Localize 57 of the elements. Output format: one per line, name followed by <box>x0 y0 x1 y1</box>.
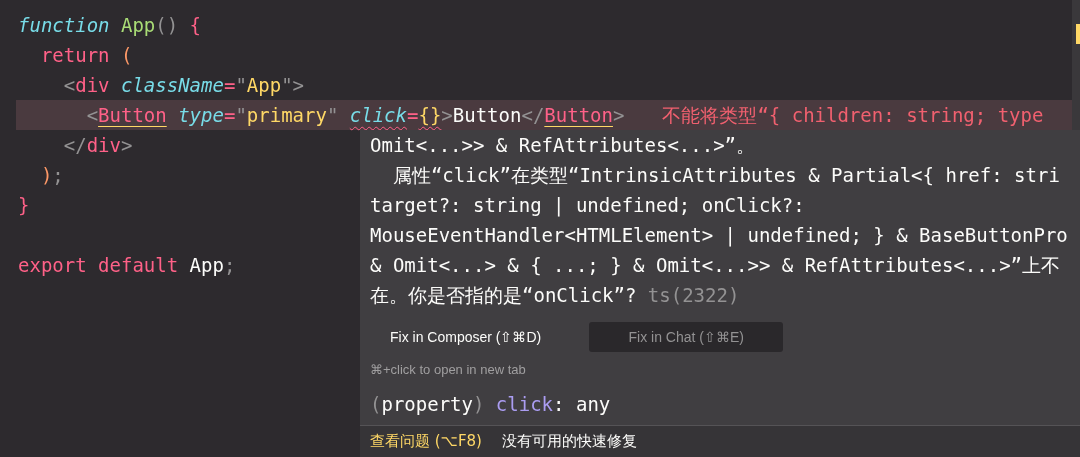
warning-marker <box>1076 24 1080 44</box>
code-token: "> <box>281 73 305 98</box>
code-token: className <box>120 73 224 98</box>
code-token: App <box>189 253 224 278</box>
code-token: = <box>407 103 419 128</box>
code-token: </ <box>521 103 545 128</box>
error-message-line: 在。你是否指的是“onClick”? ts(2322) <box>370 283 741 308</box>
code-token: > <box>120 133 133 158</box>
code-token: div <box>75 73 110 98</box>
code-token: ( <box>370 393 382 415</box>
code-token: < <box>63 73 76 98</box>
code-token: ( <box>120 43 133 68</box>
code-token: {} <box>418 103 442 128</box>
code-token: </ <box>63 133 87 158</box>
code-token: Button <box>544 103 613 128</box>
fix-button[interactable]: Fix in Chat (⇧⌘E) <box>589 322 784 352</box>
fix-button[interactable]: Fix in Composer (⇧⌘D) <box>370 322 562 352</box>
no-quick-fix-text: 没有可用的快速修复 <box>501 432 637 451</box>
view-problem-link[interactable]: 查看问题 (⌥F8) <box>370 432 482 451</box>
code-token: return <box>40 43 110 68</box>
code-token: = <box>223 103 236 128</box>
code-token: ) <box>472 393 485 415</box>
code-token: > <box>612 103 625 128</box>
code-token: } <box>18 193 30 218</box>
code-token: ; <box>223 253 236 278</box>
hint-text: ⌘+click to open in new tab <box>370 362 526 377</box>
code-token: default <box>98 253 179 278</box>
code-token: App <box>120 13 156 38</box>
inline-error-message: 不能将类型“{ children: string; type <box>662 103 1044 128</box>
code-token: function <box>18 13 110 38</box>
code-token: property <box>381 393 473 415</box>
code-token: " <box>235 103 247 128</box>
error-message-line: Omit<...>> & RefAttributes<...>”。 <box>370 133 757 158</box>
code-token: " <box>326 103 339 128</box>
code-token: : any <box>553 393 611 415</box>
code-token: { <box>189 13 202 38</box>
code-token: () <box>155 13 179 38</box>
code-token: export <box>18 253 87 278</box>
code-token: div <box>86 133 121 158</box>
code-token: click <box>349 103 407 128</box>
code-token: > <box>441 103 453 128</box>
code-token: Button <box>452 103 522 128</box>
code-token: type <box>178 103 224 128</box>
code-token: < <box>86 103 99 128</box>
code-token: ) <box>40 163 53 188</box>
code-token: = <box>223 73 236 98</box>
error-message-line: target?: string | undefined; onClick?: <box>370 193 806 219</box>
code-token: primary <box>246 103 327 128</box>
error-message-line: MouseEventHandler<HTMLElement> | undefined; } & BaseButtonPro <box>370 223 1069 249</box>
code-token: click <box>495 393 554 415</box>
error-code: ts(2322) <box>647 284 740 306</box>
code-token: Button <box>98 103 167 128</box>
error-message-line: 属性“click”在类型“IntrinsicAttributes & Partial<{ href: stri <box>391 163 1061 188</box>
code-token: " <box>235 73 247 98</box>
code-token: App <box>246 73 282 98</box>
code-token: ; <box>52 163 64 188</box>
error-message-line: & Omit<...> & { ...; } & Omit<...>> & RefAttributes<...>”上不 <box>370 253 1062 278</box>
